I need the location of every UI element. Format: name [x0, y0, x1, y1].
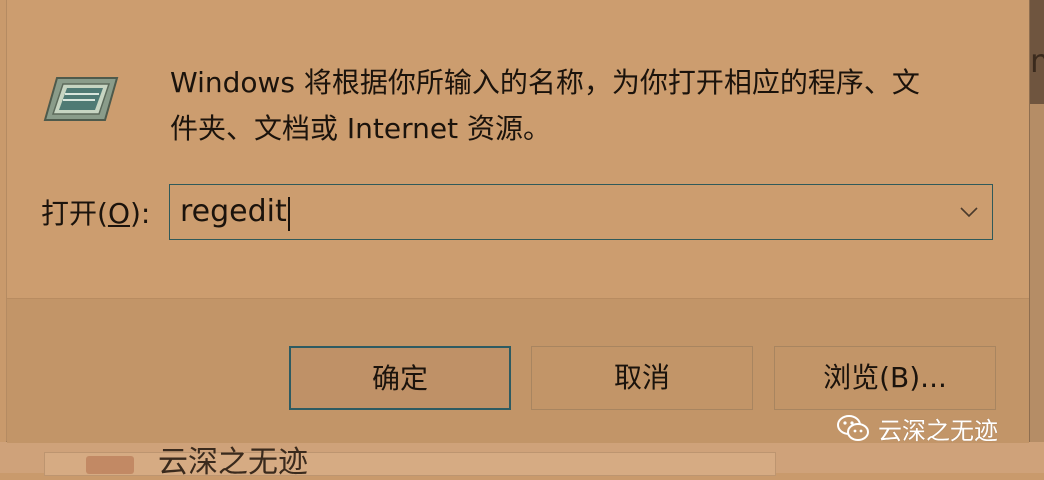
- open-input[interactable]: regedit: [180, 191, 940, 233]
- background-window-text: m: [1030, 42, 1044, 80]
- run-dialog: Windows 将根据你所输入的名称，为你打开相应的程序、文 件夹、文档或 In…: [6, 0, 1030, 443]
- run-program-icon: [43, 77, 119, 121]
- open-label: 打开(O):: [41, 196, 150, 232]
- background-card: [44, 452, 776, 476]
- watermark: 云深之无迹: [836, 410, 998, 446]
- background-logo: [86, 456, 134, 474]
- background-card-title: 云深之无迹: [158, 445, 308, 480]
- cancel-button[interactable]: 取消: [531, 346, 753, 410]
- chevron-down-icon[interactable]: [958, 203, 980, 221]
- ok-button[interactable]: 确定: [289, 346, 511, 410]
- browse-button[interactable]: 浏览(B)...: [774, 346, 996, 410]
- open-label-prefix: 打开(: [41, 197, 108, 230]
- open-combobox[interactable]: regedit: [169, 184, 993, 240]
- wechat-icon: [837, 415, 869, 441]
- text-caret: [288, 197, 290, 231]
- dialog-description: Windows 将根据你所输入的名称，为你打开相应的程序、文 件夹、文档或 In…: [170, 60, 1000, 152]
- description-line-2: 件夹、文档或 Internet 资源。: [170, 112, 551, 145]
- watermark-text: 云深之无迹: [878, 416, 998, 445]
- open-label-suffix: ):: [129, 197, 151, 230]
- open-label-accelerator: O: [107, 197, 130, 230]
- description-line-1: Windows 将根据你所输入的名称，为你打开相应的程序、文: [170, 66, 920, 99]
